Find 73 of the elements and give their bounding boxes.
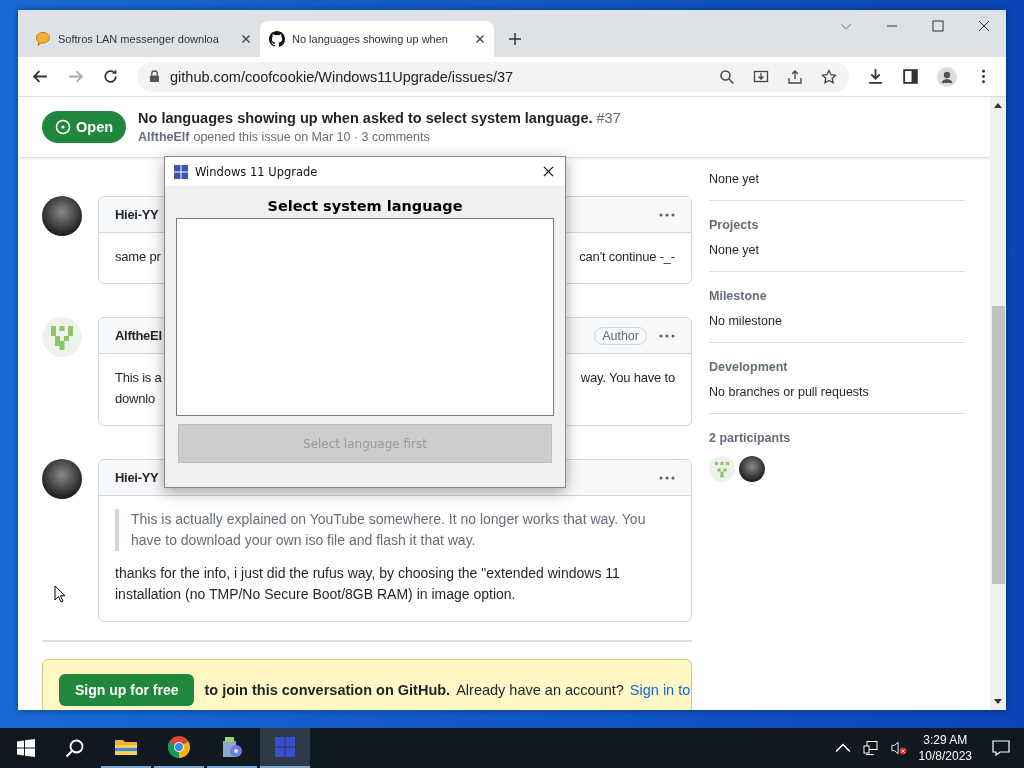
scroll-down-icon[interactable] [994,699,1002,705]
close-icon[interactable] [475,34,485,44]
lock-icon [149,70,160,83]
sidebar-heading[interactable]: Projects [709,218,965,232]
more-options-icon[interactable] [659,333,675,338]
scroll-up-icon[interactable] [994,102,1002,108]
share-icon[interactable] [787,68,803,85]
profile-icon[interactable] [937,66,957,87]
download-icon[interactable] [867,68,884,85]
sidebar-heading[interactable]: Milestone [709,289,965,303]
clock-time[interactable]: 3:29 AM [923,732,968,748]
comment-text: way. You have to [580,369,675,387]
comment-text: can't continue -_- [579,248,675,266]
notification-icon[interactable] [992,740,1010,756]
issue-number: #37 [596,110,621,126]
sidebar-heading[interactable]: Development [709,360,965,374]
address-bar[interactable]: github.com/coofcookie/Windows11Upgrade/issues/37 [137,61,849,92]
reload-icon[interactable] [102,68,119,85]
issue-title: No languages showing up when asked to select system language. [138,110,593,126]
installer-box-icon [220,735,244,759]
url-text: github.com/coofcookie/Windows11Upgrade/issues/37 [170,68,515,85]
quoted-text: This is actually explained on YouTube somewhere. It no longer works that way. You have to download your own iso file and flash it that way. [115,509,675,551]
comment-author[interactable]: Hiei-YY [115,207,159,222]
close-icon[interactable] [978,20,990,32]
banner-prompt: Already have an account? [456,682,624,698]
more-options-icon[interactable] [659,475,675,480]
side-panel-icon[interactable] [902,68,919,85]
mouse-pointer-icon [54,585,66,603]
dialog-heading: Select system language [266,198,464,214]
new-tab-icon[interactable] [508,32,522,46]
close-icon[interactable] [543,166,554,177]
speaker-muted-icon[interactable] [890,740,907,756]
sidebar-value: No milestone [709,314,783,328]
speech-bubble-icon [35,31,51,47]
avatar-placeholder[interactable] [42,459,82,499]
issue-meta: opened this issue on Mar 10 · 3 comments [193,130,430,144]
search-icon[interactable] [719,68,735,85]
octocat-icon [269,31,285,47]
author-link[interactable]: AlftheElf [138,130,190,144]
sign-in-link[interactable]: Sign in to [629,682,691,698]
install-icon[interactable] [753,68,769,85]
banner-text: to join this conversation on GitHub. [204,682,451,698]
sign-up-button[interactable]: Sign up for free [59,674,195,706]
windows-logo-icon [174,164,188,179]
back-arrow-icon[interactable] [32,68,49,85]
sidebar-value: None yet [709,172,761,186]
close-icon[interactable] [241,34,251,44]
avatar-placeholder[interactable] [739,456,765,482]
comment-text: same pr [115,248,161,266]
maximize-icon[interactable] [932,20,944,32]
comment-text: This is a [115,369,162,387]
comment-author[interactable]: AlftheEl [115,328,162,343]
browser-tab[interactable]: Softros LAN messenger downloa [26,21,260,57]
sidebar-value: None yet [709,243,761,257]
comment-text: downlo [115,390,155,408]
start-icon[interactable] [16,738,36,758]
participants-heading: 2 participants [709,431,792,445]
more-options-icon[interactable] [659,212,675,217]
windows-logo-icon [273,735,297,759]
dialog-title: Windows 11 Upgrade [195,164,318,179]
scrollbar[interactable] [990,97,1006,710]
avatar-placeholder[interactable] [42,196,82,236]
open-circle-icon [55,119,71,135]
comment-author[interactable]: Hiei-YY [115,470,159,485]
issue-state-badge: Open [42,111,127,143]
star-icon[interactable] [821,68,837,85]
chrome-icon [167,735,191,759]
comment-text: thanks for the info, i just did the rufus way, by choosing the "extended windows 11 installation (no TMP/No Secure Boot/8GB RAM) in image option. [115,564,621,604]
search-icon[interactable] [65,738,85,758]
network-icon[interactable] [862,740,879,756]
sidebar-value: No branches or pull requests [709,385,870,399]
clock-date[interactable]: 10/8/2023 [918,748,972,764]
browser-tab[interactable]: No languages showing up when [260,21,494,57]
